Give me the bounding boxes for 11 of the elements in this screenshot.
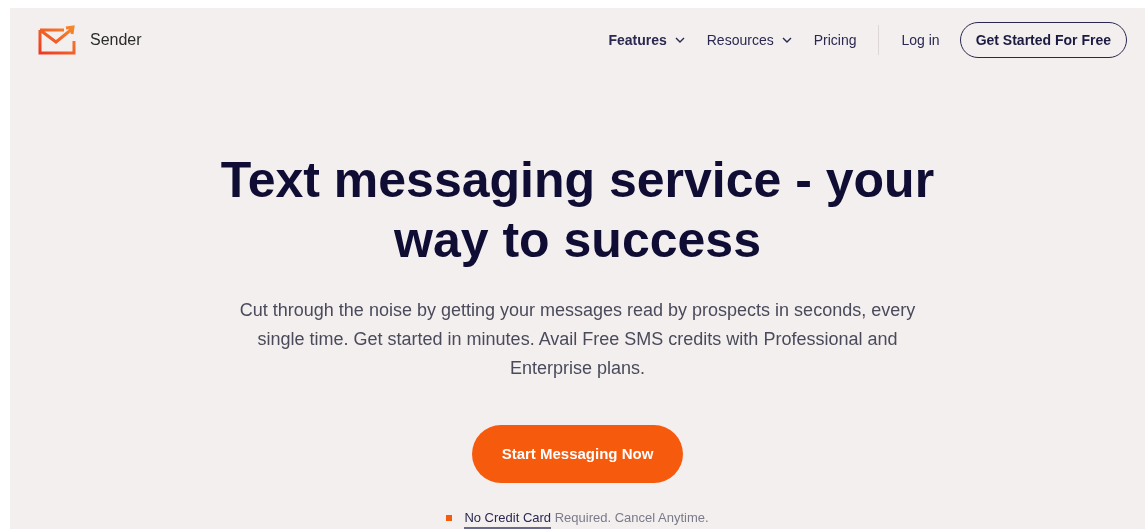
nav-link[interactable]: Pricing [813, 29, 857, 51]
hero-title: Text messaging service - your way to success [219, 151, 936, 270]
note-text: No Credit Card Required. Cancel Anytime. [464, 508, 709, 528]
brand-name: Sender [90, 30, 142, 50]
nav-link[interactable]: Features [608, 29, 685, 51]
nav-link[interactable]: Resources [706, 29, 792, 51]
bullet-icon [446, 514, 453, 521]
no-credit-card-link[interactable]: No Credit Card [464, 510, 552, 529]
logo-icon [38, 25, 78, 55]
login-link[interactable]: Log in [901, 29, 940, 51]
hero-subtitle: Cut through the noise by getting your messages read by prospects in seconds, every single time. Get started in minutes. Avail Free SMS credits with Professional and Enterprise plans. [238, 299, 917, 380]
